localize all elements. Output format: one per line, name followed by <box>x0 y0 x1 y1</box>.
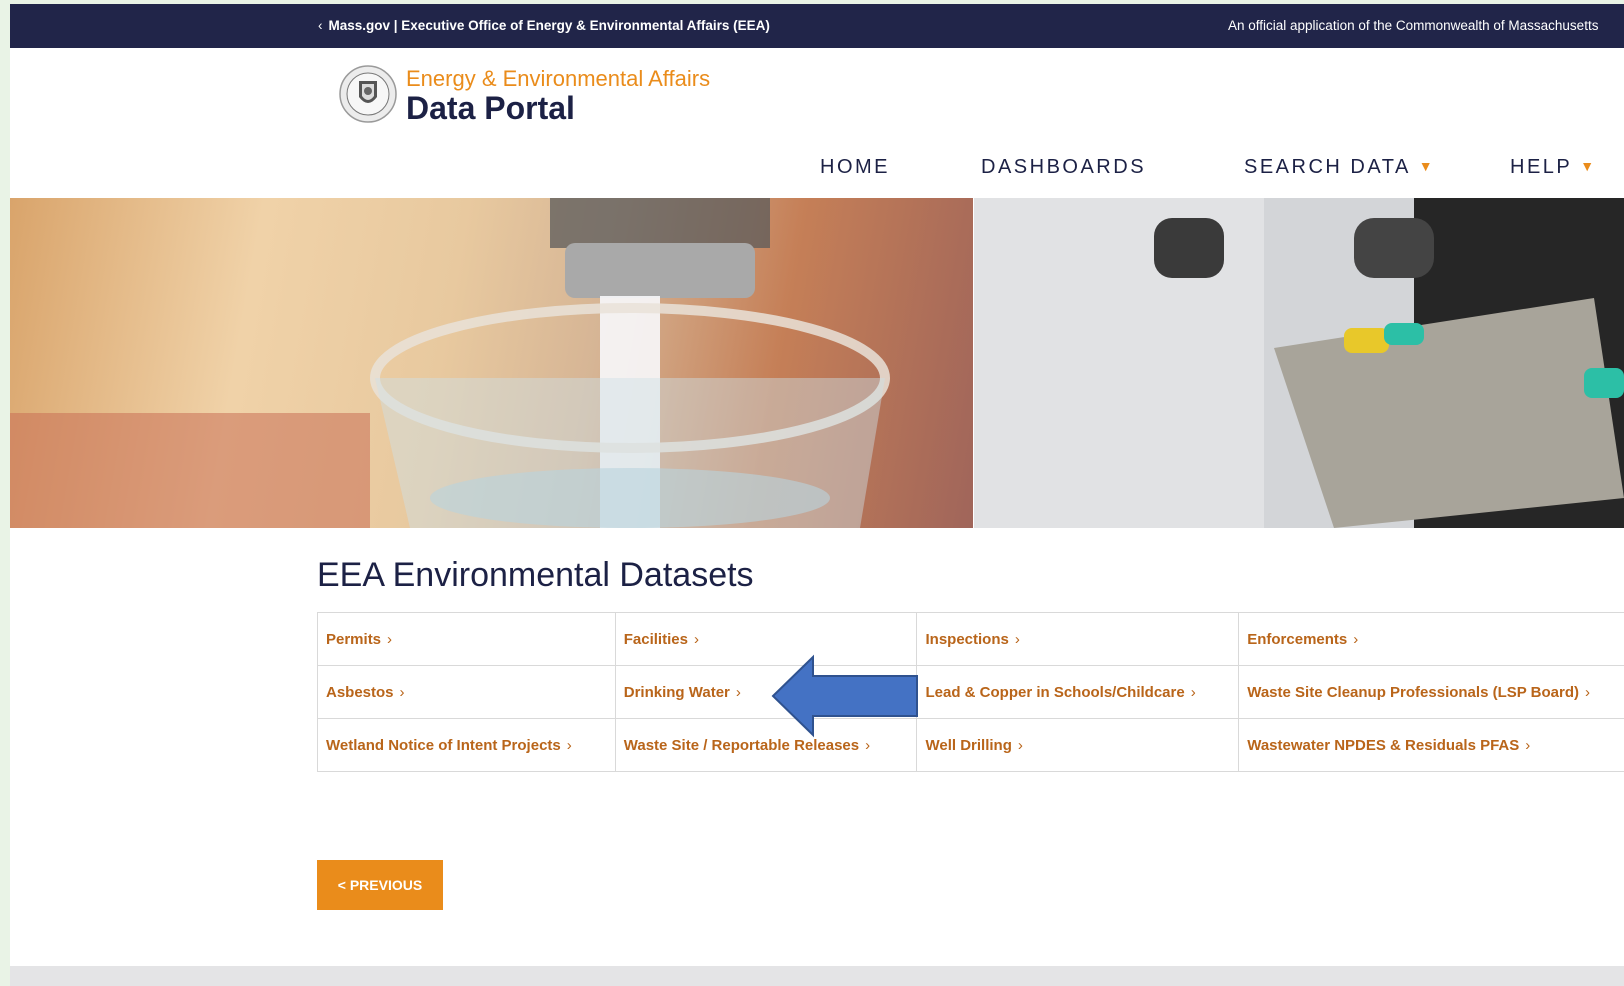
chevron-right-icon: › <box>1353 630 1359 648</box>
dataset-label: Permits <box>326 630 382 648</box>
hero-image-asbestos-workers <box>974 198 1624 528</box>
nav-dashboards[interactable]: DASHBOARDS <box>981 156 1146 179</box>
portal-subtitle: Energy & Environmental Affairs <box>406 66 711 91</box>
dataset-link-permits[interactable]: Permits › <box>317 612 616 666</box>
dataset-label: Well Drilling <box>925 736 1012 754</box>
nav-help[interactable]: HELP ▼ <box>1510 156 1597 179</box>
page: ‹ Mass.gov | Executive Office of Energy &… <box>10 4 1624 986</box>
nav-dashboards-label: DASHBOARDS <box>981 156 1147 178</box>
dataset-label: Waste Site / Reportable Releases <box>623 736 860 754</box>
chevron-right-icon: › <box>399 683 405 701</box>
dataset-label: Wetland Notice of Intent Projects <box>326 736 561 754</box>
dataset-label: Inspections <box>925 630 1009 648</box>
commonwealth-seal-logo[interactable] <box>338 64 398 124</box>
dataset-link-lsp-board[interactable]: Waste Site Cleanup Professionals (LSP Bo… <box>1238 665 1624 719</box>
datasets-table: Permits › Facilities › Inspections › Enforc… <box>317 612 1624 772</box>
chevron-right-icon: › <box>735 683 741 701</box>
dataset-link-wetland-noi[interactable]: Wetland Notice of Intent Projects › <box>317 718 616 772</box>
chevron-right-icon: › <box>1017 736 1023 754</box>
portal-title[interactable]: Data Portal <box>406 90 575 127</box>
dataset-label: Waste Site Cleanup Professionals (LSP Bo… <box>1247 683 1579 701</box>
chevron-right-icon: › <box>865 736 871 754</box>
chevron-right-icon: › <box>1584 683 1590 701</box>
dataset-label: Wastewater NPDES & Residuals PFAS <box>1247 736 1520 754</box>
nav-search-data-label: SEARCH DATA <box>1244 156 1411 178</box>
table-row: Wetland Notice of Intent Projects › Waste… <box>317 718 1624 772</box>
chevron-down-icon: ▼ <box>1418 158 1436 174</box>
dataset-link-enforcements[interactable]: Enforcements › <box>1238 612 1624 666</box>
back-link-label: Mass.gov | Executive Office of Energy & … <box>328 18 770 33</box>
previous-button[interactable]: < PREVIOUS <box>317 860 443 910</box>
footer-strip <box>10 966 1624 986</box>
chevron-right-icon: › <box>1525 736 1531 754</box>
table-row: Asbestos › Drinking Water › Lead & Copper … <box>317 665 1624 719</box>
chevron-left-icon: ‹ <box>318 18 323 33</box>
chevron-right-icon: › <box>693 630 699 648</box>
table-row: Permits › Facilities › Inspections › Enforc… <box>317 612 1624 666</box>
chevron-right-icon: › <box>1014 630 1020 648</box>
nav-search-data[interactable]: SEARCH DATA ▼ <box>1244 156 1435 179</box>
chevron-right-icon: › <box>1190 683 1196 701</box>
nav-help-label: HELP <box>1510 156 1573 178</box>
nav-home-label: HOME <box>820 156 890 178</box>
chevron-right-icon: › <box>387 630 393 648</box>
dataset-label: Asbestos <box>326 683 394 701</box>
dataset-label: Lead & Copper in Schools/Childcare <box>925 683 1185 701</box>
dataset-link-inspections[interactable]: Inspections › <box>916 612 1240 666</box>
dataset-link-wastewater-npdes[interactable]: Wastewater NPDES & Residuals PFAS › <box>1238 718 1624 772</box>
dataset-label: Drinking Water <box>623 683 730 701</box>
page-title: EEA Environmental Datasets <box>317 556 754 594</box>
mass-gov-back-link[interactable]: ‹ Mass.gov | Executive Office of Energy &… <box>318 18 770 33</box>
dataset-link-lead-copper[interactable]: Lead & Copper in Schools/Childcare › <box>916 665 1240 719</box>
chevron-right-icon: › <box>566 736 572 754</box>
dataset-label: Enforcements <box>1247 630 1348 648</box>
annotation-arrow-icon <box>771 654 918 738</box>
nav-home[interactable]: HOME <box>820 156 890 179</box>
chevron-down-icon: ▼ <box>1580 158 1597 174</box>
dataset-link-asbestos[interactable]: Asbestos › <box>317 665 616 719</box>
hero-image-tap-water <box>10 198 973 528</box>
top-bar: ‹ Mass.gov | Executive Office of Energy &… <box>10 4 1624 48</box>
dataset-label: Facilities <box>623 630 688 648</box>
dataset-link-well-drilling[interactable]: Well Drilling › <box>916 718 1240 772</box>
official-application-text: An official application of the Commonwea… <box>1228 18 1599 33</box>
